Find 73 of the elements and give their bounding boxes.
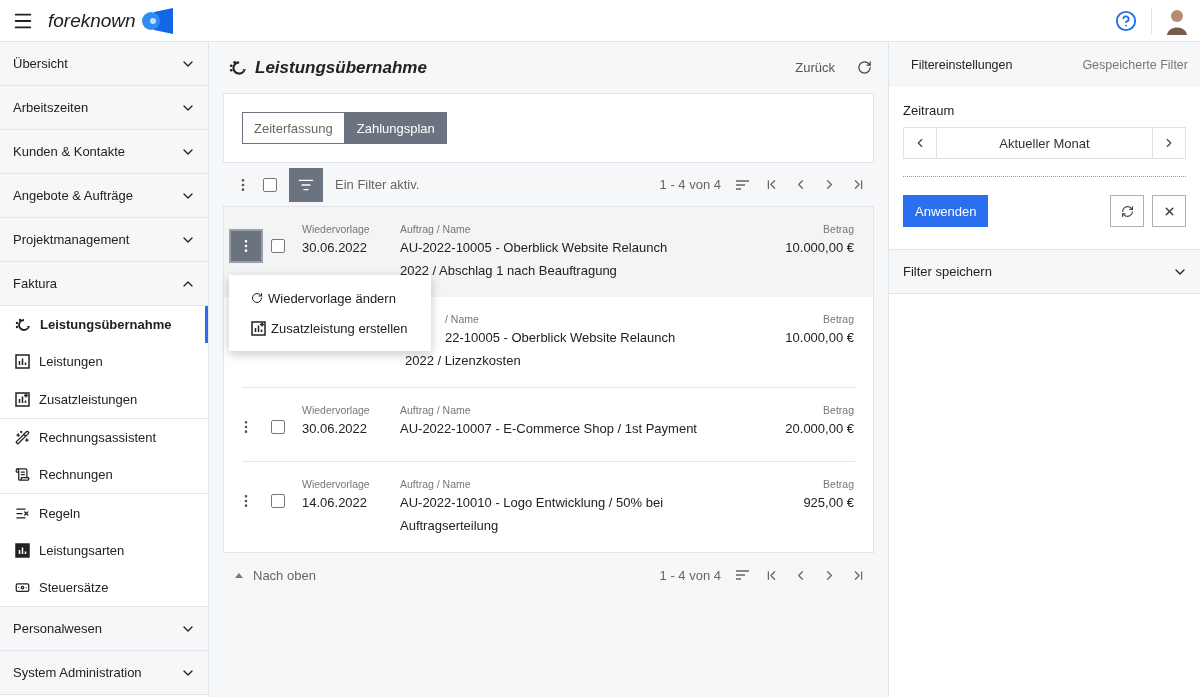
- amount-text: 10.000,00 €: [785, 329, 854, 347]
- amount-text: 925,00 €: [803, 494, 854, 512]
- clock-arrow-icon: [251, 292, 263, 304]
- close-icon: [1162, 204, 1176, 218]
- bar-chart-plus-icon: [15, 391, 30, 407]
- order-name: 2022 / Lizenzkosten: [405, 352, 522, 370]
- field-label: Auftrag / Name: [400, 223, 472, 235]
- bar-chart-icon: [15, 542, 30, 558]
- reset-button[interactable]: [1110, 195, 1144, 227]
- bar-chart-plus-icon: [251, 320, 266, 336]
- refresh-icon[interactable]: [857, 60, 872, 75]
- nav-group[interactable]: Personalwesen: [0, 607, 208, 652]
- order-name: 22-10005 - Oberblick Website Relaunch: [444, 329, 677, 347]
- filter-button[interactable]: [289, 167, 323, 202]
- reset-icon: [1120, 204, 1134, 218]
- date-text: 14.06.2022: [302, 494, 369, 512]
- field-label: Betrag: [823, 313, 854, 325]
- date-text: 30.06.2022: [302, 420, 369, 438]
- back-link[interactable]: Zurück: [789, 59, 841, 76]
- page-range: 1 - 4 von 4: [659, 177, 721, 192]
- order-name: AU-2022-10010 - Logo Entwicklung / 50% bei: [400, 494, 665, 512]
- field-label: Auftrag / Name: [400, 478, 472, 490]
- menu-item[interactable]: Zusatzleistung erstellen: [229, 313, 431, 343]
- save-filter-section[interactable]: Filter speichern: [889, 250, 1200, 294]
- magic-wand-icon: [15, 430, 30, 446]
- field-label: Wiedervorlage: [302, 404, 371, 416]
- field-label: Zeitraum: [903, 103, 956, 118]
- panel-tab[interactable]: Filtereinstellungen: [911, 57, 1013, 72]
- row-checkbox[interactable]: [271, 420, 285, 434]
- nav-group[interactable]: System Administration: [0, 651, 208, 696]
- field-label: Betrag: [823, 404, 854, 416]
- order-name: AU-2022-10007 - E-Commerce Shop / 1st Payment: [400, 420, 698, 438]
- page-title: Leistungsübernahme: [255, 57, 427, 78]
- sort-icon[interactable]: [735, 178, 750, 191]
- page-range: 1 - 4 von 4: [659, 567, 721, 583]
- order-name: 2022 / Abschlag 1 nach Beauftragung: [400, 262, 618, 280]
- field-label: Wiedervorlage: [302, 223, 371, 235]
- segment-tab[interactable]: Zeiterfassung: [242, 112, 345, 144]
- panel-tab[interactable]: Gespeicherte Filter: [1082, 57, 1188, 72]
- nav-group[interactable]: Projektmanagement: [0, 218, 208, 262]
- nav-group[interactable]: Faktura: [0, 262, 208, 306]
- nav-group[interactable]: Kunden & Kontakte: [0, 130, 208, 174]
- nav-group[interactable]: Übersicht: [0, 42, 208, 86]
- sort-icon[interactable]: [735, 569, 750, 581]
- field-label: Betrag: [823, 223, 854, 235]
- field-label: Auftrag / Name: [400, 404, 472, 416]
- order-name: AU-2022-10005 - Oberblick Website Relaunch: [400, 239, 669, 257]
- help-icon[interactable]: [1115, 9, 1137, 32]
- field-label: / Name: [444, 313, 480, 325]
- row-checkbox[interactable]: [271, 494, 285, 508]
- nav-group[interactable]: Angebote & Aufträge: [0, 174, 208, 218]
- segment-tab[interactable]: Zahlungsplan: [344, 112, 447, 144]
- nav-group[interactable]: Arbeitszeiten: [0, 86, 208, 130]
- document-icon: [15, 467, 30, 483]
- field-label: Betrag: [823, 478, 854, 490]
- logo-text: foreknown: [48, 9, 136, 32]
- apply-button[interactable]: Anwenden: [903, 195, 989, 227]
- amount-text: 10.000,00 €: [785, 239, 854, 257]
- date-text: 30.06.2022: [302, 239, 369, 257]
- row-checkbox[interactable]: [271, 239, 285, 253]
- logo-icon: [139, 7, 174, 34]
- select-all-checkbox[interactable]: [263, 177, 277, 192]
- clear-button[interactable]: [1152, 195, 1186, 227]
- bar-chart-icon: [15, 354, 30, 370]
- caret-up-icon: [235, 572, 243, 578]
- amount-text: 20.000,00 €: [785, 420, 854, 438]
- field-label: Wiedervorlage: [302, 478, 371, 490]
- dots-arrow-icon: [229, 58, 247, 77]
- back-to-top-link[interactable]: Nach oben: [235, 567, 316, 583]
- dots-arrow-icon: [15, 316, 31, 333]
- list-x-icon: [15, 505, 30, 521]
- order-name: Auftragserteilung: [400, 517, 500, 535]
- filter-status: Ein Filter aktiv.: [335, 177, 420, 192]
